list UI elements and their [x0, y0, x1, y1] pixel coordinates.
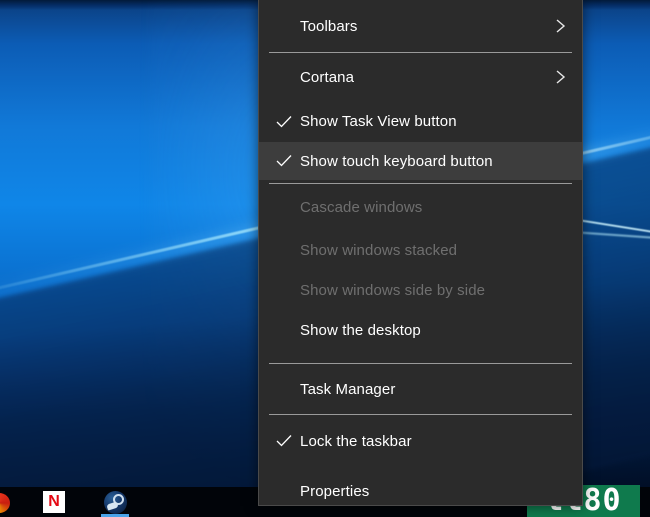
taskbar-context-menu[interactable]: Toolbars Cortana Show Task View button S…: [258, 0, 583, 506]
chevron-right-icon: [554, 18, 568, 34]
menu-item-label: Task Manager: [300, 380, 396, 398]
menu-item-show-windows-side-by-side: Show windows side by side: [259, 270, 582, 310]
menu-item-show-the-desktop[interactable]: Show the desktop: [259, 310, 582, 350]
checkmark-icon: [275, 152, 293, 170]
menu-item-label: Toolbars: [300, 17, 358, 35]
menu-item-label: Cortana: [300, 68, 355, 86]
taskbar-button-netflix[interactable]: N: [34, 487, 74, 517]
menu-item-lock-the-taskbar[interactable]: Lock the taskbar: [259, 415, 582, 467]
menu-item-label: Lock the taskbar: [300, 432, 412, 450]
menu-item-show-task-view-button[interactable]: Show Task View button: [259, 101, 582, 142]
steam-icon: [103, 490, 127, 514]
menu-item-task-manager[interactable]: Task Manager: [259, 364, 582, 414]
chevron-right-icon: [554, 69, 568, 85]
checkmark-icon: [275, 432, 293, 450]
menu-item-show-windows-stacked: Show windows stacked: [259, 230, 582, 270]
checkmark-icon: [275, 113, 293, 131]
menu-item-cascade-windows: Cascade windows: [259, 184, 582, 230]
firefox-icon[interactable]: [0, 493, 10, 513]
menu-item-cortana[interactable]: Cortana: [259, 53, 582, 101]
menu-item-label: Show windows side by side: [300, 281, 486, 299]
menu-item-label: Show the desktop: [300, 321, 421, 339]
menu-item-label: Show touch keyboard button: [300, 152, 493, 170]
netflix-icon-letter: N: [48, 493, 60, 510]
taskbar-button-steam[interactable]: [95, 487, 135, 517]
menu-item-show-touch-keyboard-button[interactable]: Show touch keyboard button: [259, 142, 582, 180]
screen: N tl80 Toolbars Cortana Show Task View b…: [0, 0, 650, 517]
menu-item-properties[interactable]: Properties: [259, 467, 582, 505]
menu-item-label: Show Task View button: [300, 113, 457, 130]
netflix-icon: N: [43, 491, 65, 513]
menu-item-label: Cascade windows: [300, 198, 423, 216]
menu-item-label: Properties: [300, 482, 370, 500]
menu-item-toolbars[interactable]: Toolbars: [259, 0, 582, 52]
menu-item-label: Show windows stacked: [300, 241, 458, 259]
